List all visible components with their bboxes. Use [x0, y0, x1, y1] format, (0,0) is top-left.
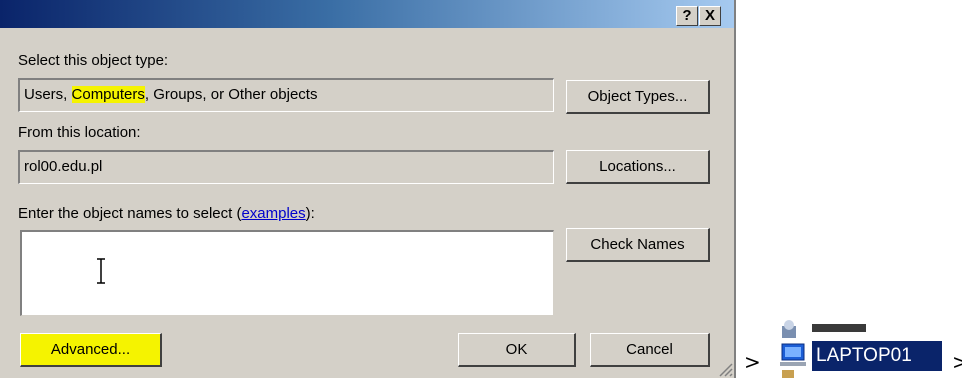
location-label: From this location: [18, 124, 141, 141]
resize-grip-icon[interactable] [712, 356, 734, 378]
select-computers-dialog: ? X Select this object type: Users, Comp… [0, 0, 736, 378]
check-names-button[interactable]: Check Names [566, 228, 710, 262]
arrow-separator: > [744, 350, 761, 374]
arrow-separator-2: > [952, 350, 962, 374]
locations-button[interactable]: Locations... [566, 150, 710, 184]
laptop-list-item[interactable]: LAPTOP01 [812, 341, 942, 371]
guest-label-fragment [812, 324, 866, 332]
cancel-button[interactable]: Cancel [590, 333, 710, 367]
close-button[interactable]: X [699, 6, 721, 26]
location-field: rol00.edu.pl [18, 150, 554, 184]
object-type-label: Select this object type: [18, 52, 169, 69]
object-types-button[interactable]: Object Types... [566, 80, 710, 114]
ok-button[interactable]: OK [458, 333, 576, 367]
object-type-field: Users, Computers, Groups, or Other objec… [18, 78, 554, 112]
help-button[interactable]: ? [676, 6, 698, 26]
guest-user-icon [782, 320, 796, 338]
enter-names-text-end: ): [305, 205, 315, 222]
enter-names-text: Enter the object names to select ( [18, 205, 242, 222]
title-bar: ? X [0, 0, 734, 28]
enter-names-label: Enter the object names to select (exampl… [18, 205, 315, 222]
object-type-text-pre: Users, [24, 86, 72, 103]
examples-link[interactable]: examples [241, 205, 305, 222]
object-type-text-post: , Groups, or Other objects [144, 86, 318, 103]
computer-icon [780, 343, 806, 366]
text-cursor-icon [97, 258, 105, 284]
partial-item-icon [782, 370, 794, 378]
advanced-button[interactable]: Advanced... [20, 333, 162, 367]
object-type-text-highlight: Computers [71, 86, 145, 103]
